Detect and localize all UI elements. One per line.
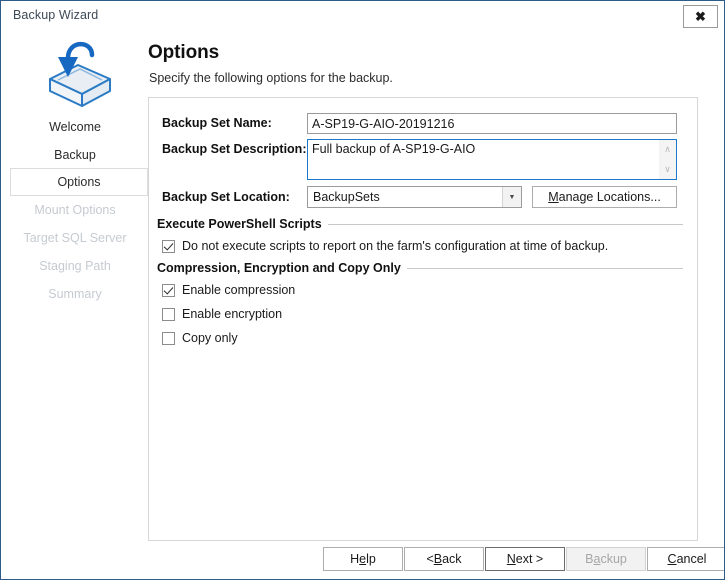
close-icon: ✖ (695, 9, 706, 24)
sidebar-item-mount-options: Mount Options (2, 196, 148, 224)
backup-box-arrow-icon (32, 31, 124, 113)
next-post: ext > (515, 552, 544, 566)
next-button[interactable]: Next > (485, 547, 565, 571)
wizard-sidebar: Welcome Backup Options Mount Options Tar… (2, 31, 148, 579)
checkbox-enable-encryption[interactable]: Enable encryption (162, 305, 282, 323)
sidebar-item-label: Options (57, 175, 101, 189)
sidebar-item-label: Staging Path (39, 259, 111, 273)
cancel-button[interactable]: Cancel (647, 547, 724, 571)
backup-post: ckup (600, 552, 627, 566)
checkbox-do-not-execute-scripts[interactable]: Do not execute scripts to report on the … (162, 237, 608, 255)
cancel-post: ancel (676, 552, 707, 566)
sidebar-item-staging-path: Staging Path (2, 252, 148, 280)
manage-locations-button[interactable]: Manage Locations... (532, 186, 677, 208)
backup-set-location-dropdown[interactable]: BackupSets ▼ (307, 186, 522, 208)
checkbox-icon[interactable] (162, 331, 175, 345)
scroll-up-icon[interactable]: ∧ (659, 140, 676, 160)
backup-set-description-field: ∧ ∨ (307, 139, 677, 180)
back-mnemonic: B (433, 552, 443, 566)
checkbox-label: Enable compression (182, 283, 296, 297)
main-content: Options Specify the following options fo… (148, 31, 723, 579)
window-title: Backup Wizard (13, 8, 99, 22)
sidebar-item-target-sql-server: Target SQL Server (2, 224, 148, 252)
backup-wizard-window: Backup Wizard ✖ Welcome Backup Options M… (0, 0, 725, 580)
group-divider (406, 267, 683, 269)
backup-set-location-value: BackupSets (313, 190, 380, 204)
chevron-down-icon: ▼ (502, 187, 521, 207)
group-header-compression-encryption: Compression, Encryption and Copy Only (157, 260, 683, 276)
group-divider (327, 223, 683, 225)
checkbox-copy-only[interactable]: Copy only (162, 329, 238, 347)
sidebar-item-summary: Summary (2, 280, 148, 308)
sidebar-item-backup[interactable]: Backup (2, 141, 148, 169)
manage-locations-label: anage Locations... (558, 190, 661, 204)
backup-set-name-label: Backup Set Name: (162, 116, 272, 130)
back-button[interactable]: < Back (404, 547, 484, 571)
backup-set-description-input[interactable] (308, 140, 660, 179)
checkbox-label: Do not execute scripts to report on the … (182, 239, 609, 253)
manage-locations-mnemonic: M (548, 190, 559, 204)
checkbox-enable-compression[interactable]: Enable compression (162, 281, 295, 299)
sidebar-item-label: Target SQL Server (23, 231, 127, 245)
description-scrollbar[interactable]: ∧ ∨ (659, 140, 676, 179)
help-button[interactable]: He lp (323, 547, 403, 571)
sidebar-item-label: Backup (54, 148, 96, 162)
sidebar-item-options[interactable]: Options (10, 168, 148, 196)
group-header-powershell-scripts: Execute PowerShell Scripts (157, 216, 683, 232)
next-mnemonic: N (506, 552, 516, 566)
cancel-mnemonic: C (667, 552, 677, 566)
backup-set-description-label: Backup Set Description: (162, 142, 307, 156)
backup-set-location-label: Backup Set Location: (162, 190, 290, 204)
options-panel: Backup Set Name: Backup Set Description:… (148, 97, 698, 541)
back-pre: < (426, 552, 434, 566)
backup-set-name-input[interactable] (307, 113, 677, 134)
help-post: lp (366, 552, 376, 566)
checkbox-label: Enable encryption (182, 307, 283, 321)
checkbox-icon[interactable] (162, 239, 175, 253)
help-mnemonic: e (359, 552, 367, 566)
close-button[interactable]: ✖ (683, 5, 718, 28)
group-header-label: Compression, Encryption and Copy Only (157, 261, 401, 275)
page-subtitle: Specify the following options for the ba… (149, 71, 393, 85)
backup-button: Ba ckup (566, 547, 646, 571)
sidebar-item-label: Welcome (49, 120, 101, 134)
backup-pre: B (585, 552, 594, 566)
footer-button-bar: He lp < Back Next > Ba ckup Cancel (148, 541, 724, 579)
sidebar-item-label: Summary (48, 287, 102, 301)
checkbox-icon[interactable] (162, 307, 175, 321)
backup-mnemonic: a (593, 552, 601, 566)
scroll-down-icon[interactable]: ∨ (659, 160, 676, 180)
sidebar-item-welcome[interactable]: Welcome (2, 113, 148, 141)
title-bar: Backup Wizard ✖ (1, 1, 724, 31)
back-post: ack (442, 552, 462, 566)
checkbox-label: Copy only (182, 331, 238, 345)
sidebar-item-label: Mount Options (34, 203, 116, 217)
page-title: Options (148, 42, 220, 63)
group-header-label: Execute PowerShell Scripts (157, 217, 322, 231)
checkbox-icon[interactable] (162, 283, 175, 297)
help-pre: H (350, 552, 360, 566)
